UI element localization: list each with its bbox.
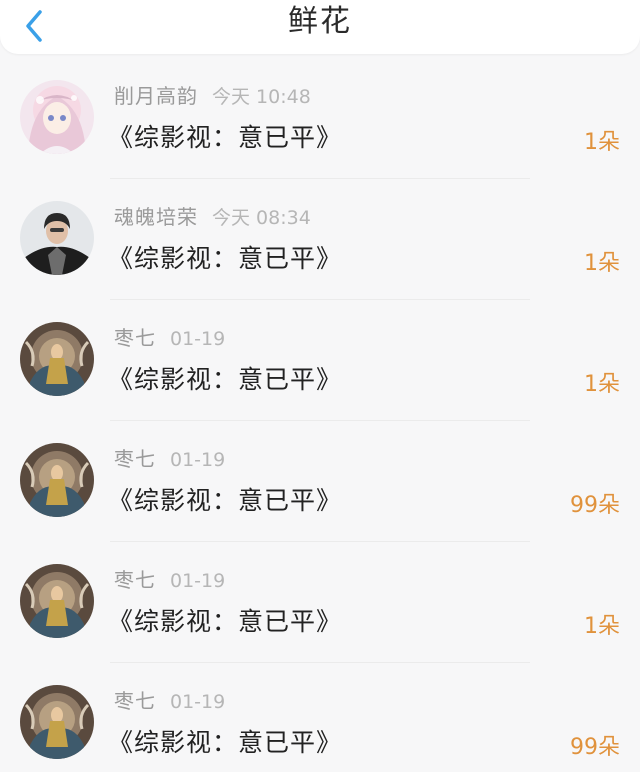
page-title: 鲜花 [288,4,352,39]
record-time: 01-19 [170,570,226,592]
book-title[interactable]: 《综影视：意已平》 [108,602,342,638]
record-meta: 魂魄培荣 今天 08:34 [114,203,311,231]
record-time: 今天 08:34 [212,207,311,229]
record-meta: 削月高韵 今天 10:48 [114,82,311,110]
book-title[interactable]: 《综影视：意已平》 [108,723,342,759]
user-name[interactable]: 枣七 [114,447,156,471]
list-item[interactable]: 魂魄培荣 今天 08:34 《综影视：意已平》 1朵 [0,179,640,300]
list-item[interactable]: 枣七 01-19 《综影视：意已平》 1朵 [0,300,640,421]
record-meta: 枣七 01-19 [114,566,225,594]
record-meta: 枣七 01-19 [114,324,225,352]
avatar[interactable] [20,201,94,275]
record-meta: 枣七 01-19 [114,445,225,473]
record-time: 01-19 [170,449,226,471]
list-item[interactable]: 枣七 01-19 《综影视：意已平》 1朵 [0,542,640,663]
flower-record-list: 削月高韵今天 10:48 《综影视：意已平》 1朵 魂魄培荣今天 08:34 [0,58,640,772]
book-title[interactable]: 《综影视：意已平》 [108,481,342,517]
avatar[interactable] [20,80,94,154]
flower-count: 99朵 [570,493,620,518]
record-time: 01-19 [170,691,226,713]
flower-count: 1朵 [584,130,620,155]
flower-records-screen: 鲜花 削月高韵 今天 10:48 《综影视：意已平》 1朵 魂魄培荣 今天 08… [0,0,640,772]
avatar[interactable] [20,443,94,517]
book-title[interactable]: 《综影视：意已平》 [108,239,342,275]
user-name[interactable]: 枣七 [114,326,156,350]
list-item[interactable]: 枣七 01-19 《综影视：意已平》 99朵 [0,421,640,542]
user-name[interactable]: 魂魄培荣 [114,205,198,229]
list-item[interactable]: 削月高韵 今天 10:48 《综影视：意已平》 1朵 [0,58,640,179]
list-item[interactable]: 枣七 01-19 《综影视：意已平》 99朵 [0,663,640,772]
avatar[interactable] [20,322,94,396]
user-name[interactable]: 枣七 [114,689,156,713]
record-time: 今天 10:48 [212,86,311,108]
flower-count: 1朵 [584,372,620,397]
avatar[interactable] [20,685,94,759]
book-title[interactable]: 《综影视：意已平》 [108,360,342,396]
top-nav-bar: 鲜花 [0,0,640,54]
flower-count: 1朵 [584,251,620,276]
record-time: 01-19 [170,328,226,350]
record-meta: 枣七 01-19 [114,687,225,715]
flower-count: 1朵 [584,614,620,639]
user-name[interactable]: 枣七 [114,568,156,592]
user-name[interactable]: 削月高韵 [114,84,198,108]
flower-count: 99朵 [570,735,620,760]
avatar[interactable] [20,564,94,638]
book-title[interactable]: 《综影视：意已平》 [108,118,342,154]
